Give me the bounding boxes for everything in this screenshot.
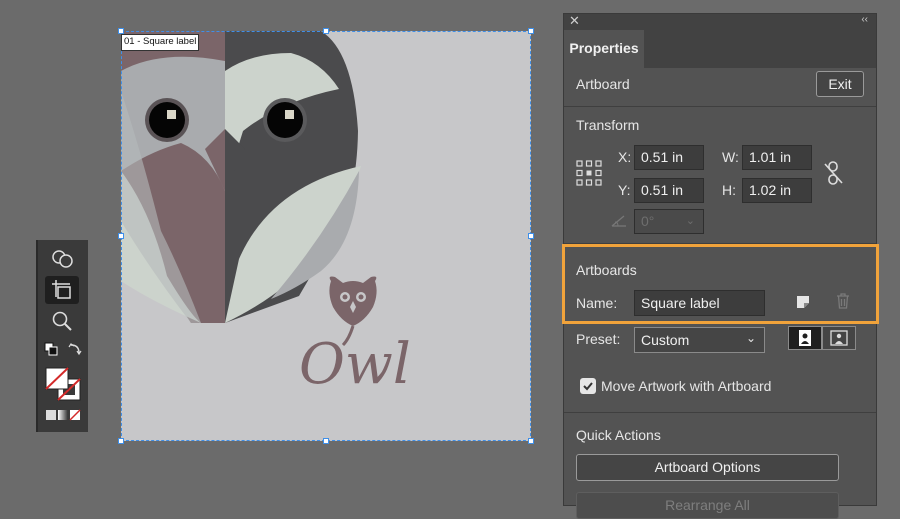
divider [564, 412, 876, 413]
x-field[interactable]: 0.51 in [634, 145, 704, 170]
tools-panel [36, 240, 88, 432]
width-field[interactable]: 1.01 in [742, 145, 812, 170]
resize-handle-bm[interactable] [323, 438, 329, 444]
preset-dropdown[interactable]: Custom ⌄ [634, 327, 765, 353]
name-label: Name: [576, 295, 618, 311]
y-field[interactable]: 0.51 in [634, 178, 704, 203]
tab-properties[interactable]: Properties [564, 30, 644, 68]
zoom-tool-icon[interactable] [48, 308, 76, 334]
w-label: W: [722, 149, 739, 165]
collapse-panel-icon[interactable]: ‹‹ [861, 14, 868, 25]
fill-stroke-swatch-icon[interactable] [44, 366, 82, 402]
artboard-name-field[interactable]: Square label [634, 290, 765, 316]
shape-builder-tool-icon[interactable] [48, 246, 76, 272]
divider [564, 106, 876, 107]
resize-handle-ml[interactable] [118, 233, 124, 239]
section-title-artboard: Artboard [576, 76, 630, 92]
artboard-options-button[interactable]: Artboard Options [576, 454, 839, 481]
default-colors-icon[interactable] [42, 340, 60, 358]
owl-logo-text: Owl [299, 332, 411, 397]
move-artwork-checkbox[interactable] [580, 378, 596, 394]
preset-label: Preset: [576, 331, 621, 347]
resize-handle-tm[interactable] [323, 28, 329, 34]
height-field[interactable]: 1.02 in [742, 178, 812, 203]
resize-handle-br[interactable] [528, 438, 534, 444]
landscape-orientation-button[interactable] [822, 326, 856, 350]
portrait-orientation-button[interactable] [788, 326, 822, 350]
artboard[interactable]: Owl [121, 31, 531, 441]
close-panel-icon[interactable]: ✕ [569, 13, 580, 29]
swap-colors-icon[interactable] [66, 340, 84, 358]
h-label: H: [722, 182, 736, 198]
resize-handle-bl[interactable] [118, 438, 124, 444]
panel-top-bar: ✕ ‹‹ [564, 13, 876, 30]
chevron-down-icon: ⌄ [745, 331, 756, 345]
properties-panel: ✕ ‹‹ Properties Artboard Exit Transform … [563, 13, 877, 519]
color-mode-icons[interactable] [45, 408, 81, 422]
x-label: X: [618, 149, 632, 165]
rotate-angle-icon [610, 214, 628, 233]
owl-logo-icon [329, 276, 377, 326]
delete-artboard-icon[interactable] [836, 293, 850, 314]
y-label: Y: [618, 182, 631, 198]
section-title-transform: Transform [576, 117, 640, 133]
resize-handle-tr[interactable] [528, 28, 534, 34]
reference-point-icon[interactable] [576, 160, 602, 191]
rotate-angle-field: 0° ⌄ [634, 209, 704, 234]
section-title-quick-actions: Quick Actions [576, 427, 661, 443]
divider [564, 243, 876, 244]
new-artboard-icon[interactable] [796, 295, 810, 314]
artboard-name-label[interactable]: 01 - Square label [121, 34, 200, 51]
owl-artwork[interactable]: Owl [121, 31, 531, 441]
resize-handle-mr[interactable] [528, 233, 534, 239]
section-title-artboards: Artboards [576, 262, 637, 278]
chevron-down-icon: ⌄ [685, 215, 695, 227]
constrain-proportions-link-icon[interactable] [823, 161, 845, 190]
exit-button[interactable]: Exit [816, 71, 864, 97]
move-artwork-label: Move Artwork with Artboard [601, 378, 772, 394]
artboard-tool-icon[interactable] [45, 276, 79, 304]
panel-tab-bar: Properties [564, 30, 876, 68]
